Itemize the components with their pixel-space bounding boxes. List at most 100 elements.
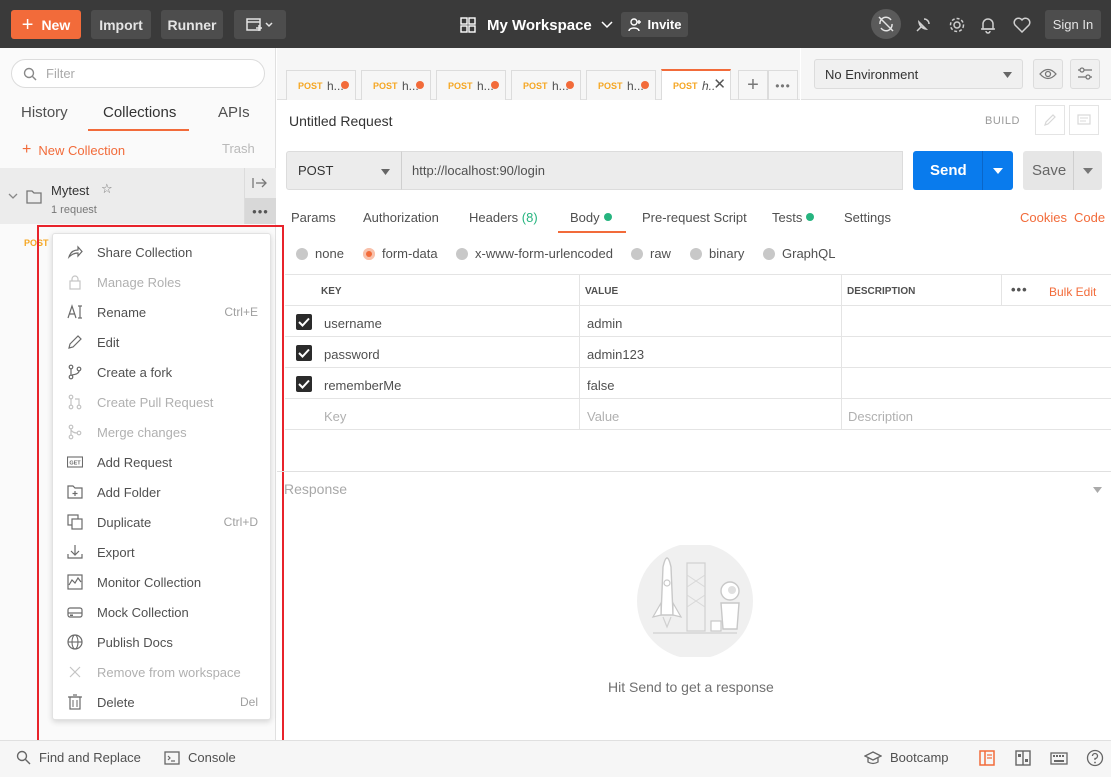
tab-history[interactable]: History (21, 104, 68, 121)
method-select[interactable]: POST (286, 151, 402, 190)
plus-icon: + (21, 13, 34, 36)
bootcamp-button[interactable]: Bootcamp (864, 750, 949, 765)
new-collection-button[interactable]: + New Collection (22, 141, 125, 159)
description-placeholder[interactable]: Description (848, 409, 913, 424)
request-title[interactable]: Untitled Request (289, 113, 393, 129)
request-tab[interactable]: POST h... (361, 70, 431, 100)
tab-body[interactable]: Body (570, 210, 612, 225)
save-button[interactable]: Save (1023, 151, 1102, 190)
caret-down-icon[interactable] (1093, 487, 1102, 493)
row-key[interactable]: password (324, 347, 380, 362)
settings-button[interactable] (944, 12, 970, 38)
save-label: Save (1032, 162, 1067, 179)
cookies-link[interactable]: Cookies (1020, 210, 1067, 225)
row-value[interactable]: admin123 (587, 347, 644, 362)
tab-authorization[interactable]: Authorization (363, 210, 439, 225)
request-tab[interactable]: POST h... (436, 70, 506, 100)
caret-down-icon[interactable] (993, 168, 1003, 174)
tab-settings[interactable]: Settings (844, 210, 891, 225)
chevron-down-icon[interactable] (8, 192, 18, 200)
close-tab-icon[interactable]: ✕ (713, 75, 726, 93)
row-checkbox[interactable] (296, 376, 312, 392)
table-row: username admin (285, 306, 1111, 337)
help-icon[interactable] (1086, 749, 1104, 767)
keyboard-shortcuts-icon[interactable] (1050, 749, 1068, 767)
environment-quick-look-button[interactable] (1033, 59, 1063, 89)
collection-item[interactable]: Mytest ☆ 1 request ••• (0, 168, 276, 224)
send-label: Send (930, 162, 967, 179)
radio-graphql[interactable]: GraphQL (763, 246, 835, 261)
heart-icon (1013, 17, 1031, 33)
environment-select[interactable]: No Environment (814, 59, 1023, 89)
caret-down-icon[interactable] (1083, 168, 1093, 174)
tab-options-button[interactable]: ••• (768, 70, 798, 100)
search-icon (16, 750, 31, 765)
invite-button[interactable]: Invite (621, 12, 688, 37)
two-pane-view-icon[interactable] (978, 749, 996, 767)
row-key[interactable]: rememberMe (324, 378, 401, 393)
radio-raw[interactable]: raw (631, 246, 671, 261)
sign-in-button[interactable]: Sign In (1045, 10, 1101, 39)
radio-binary[interactable]: binary (690, 246, 744, 261)
find-replace-button[interactable]: Find and Replace (16, 750, 141, 765)
radio-none[interactable]: none (296, 246, 344, 261)
comments-button[interactable] (1069, 105, 1099, 135)
key-placeholder[interactable]: Key (324, 409, 346, 424)
sync-status-button[interactable] (871, 9, 901, 39)
radio-form-data[interactable]: form-data (363, 246, 438, 261)
key-column-header: KEY (321, 286, 342, 297)
environment-bar: No Environment (801, 48, 1111, 100)
new-collection-label: New Collection (38, 142, 126, 158)
more-options-button[interactable]: ••• (245, 198, 276, 224)
tab-collections[interactable]: Collections (103, 104, 176, 121)
interceptor-button[interactable] (910, 12, 936, 38)
tab-headers[interactable]: Headers (8) (469, 210, 538, 225)
request-tab[interactable]: POST h... (586, 70, 656, 100)
radio-circle (631, 247, 643, 260)
radio-label: GraphQL (782, 246, 836, 261)
edit-request-button[interactable] (1035, 105, 1065, 135)
import-button[interactable]: Import (91, 10, 151, 39)
form-data-table: KEY VALUE DESCRIPTION ••• Bulk Edit user… (285, 274, 1111, 430)
send-button[interactable]: Send (913, 151, 1013, 190)
favorites-button[interactable] (1009, 12, 1035, 38)
invite-label: Invite (647, 17, 682, 32)
layout-grid-icon[interactable] (1014, 749, 1032, 767)
console-button[interactable]: Console (164, 750, 236, 765)
expand-arrow-icon[interactable] (251, 176, 269, 190)
new-tab-button[interactable]: + (738, 70, 768, 100)
bulk-edit-link[interactable]: Bulk Edit (1049, 285, 1096, 299)
row-value[interactable]: admin (587, 316, 622, 331)
value-placeholder[interactable]: Value (587, 409, 619, 424)
tab-tests[interactable]: Tests (772, 210, 815, 225)
url-input[interactable]: http://localhost:90/login (401, 151, 903, 190)
bell-icon (981, 18, 995, 34)
request-tab-active[interactable]: POST h.. ✕ (661, 69, 731, 100)
request-tabs-bar: POST h... POST h... POST h... POST h... … (277, 48, 800, 100)
workspace-switcher[interactable]: My Workspace (460, 12, 613, 38)
comment-icon (1077, 114, 1091, 125)
radio-x-www-form-urlencoded[interactable]: x-www-form-urlencoded (456, 246, 613, 261)
row-checkbox[interactable] (296, 314, 312, 330)
eye-icon (1039, 68, 1057, 80)
row-checkbox[interactable] (296, 345, 312, 361)
tab-params[interactable]: Params (291, 210, 336, 225)
tab-pre-request-script[interactable]: Pre-request Script (642, 210, 747, 225)
new-window-button[interactable] (234, 10, 286, 39)
table-options-button[interactable]: ••• (1011, 282, 1028, 297)
new-button[interactable]: + New (11, 10, 81, 39)
row-key[interactable]: username (324, 316, 382, 331)
trash-link[interactable]: Trash (222, 141, 255, 156)
filter-input[interactable]: Filter (11, 59, 265, 88)
manage-environments-button[interactable] (1070, 59, 1100, 89)
request-tab[interactable]: POST h... (511, 70, 581, 100)
code-link[interactable]: Code (1074, 210, 1105, 225)
request-tab[interactable]: POST h... (286, 70, 356, 100)
tab-method: POST (373, 81, 398, 91)
row-value[interactable]: false (587, 378, 614, 393)
runner-button[interactable]: Runner (161, 10, 223, 39)
notifications-button[interactable] (975, 12, 1001, 38)
star-icon[interactable]: ☆ (101, 181, 113, 197)
tests-label: Tests (772, 210, 803, 225)
tab-apis[interactable]: APIs (218, 104, 250, 121)
